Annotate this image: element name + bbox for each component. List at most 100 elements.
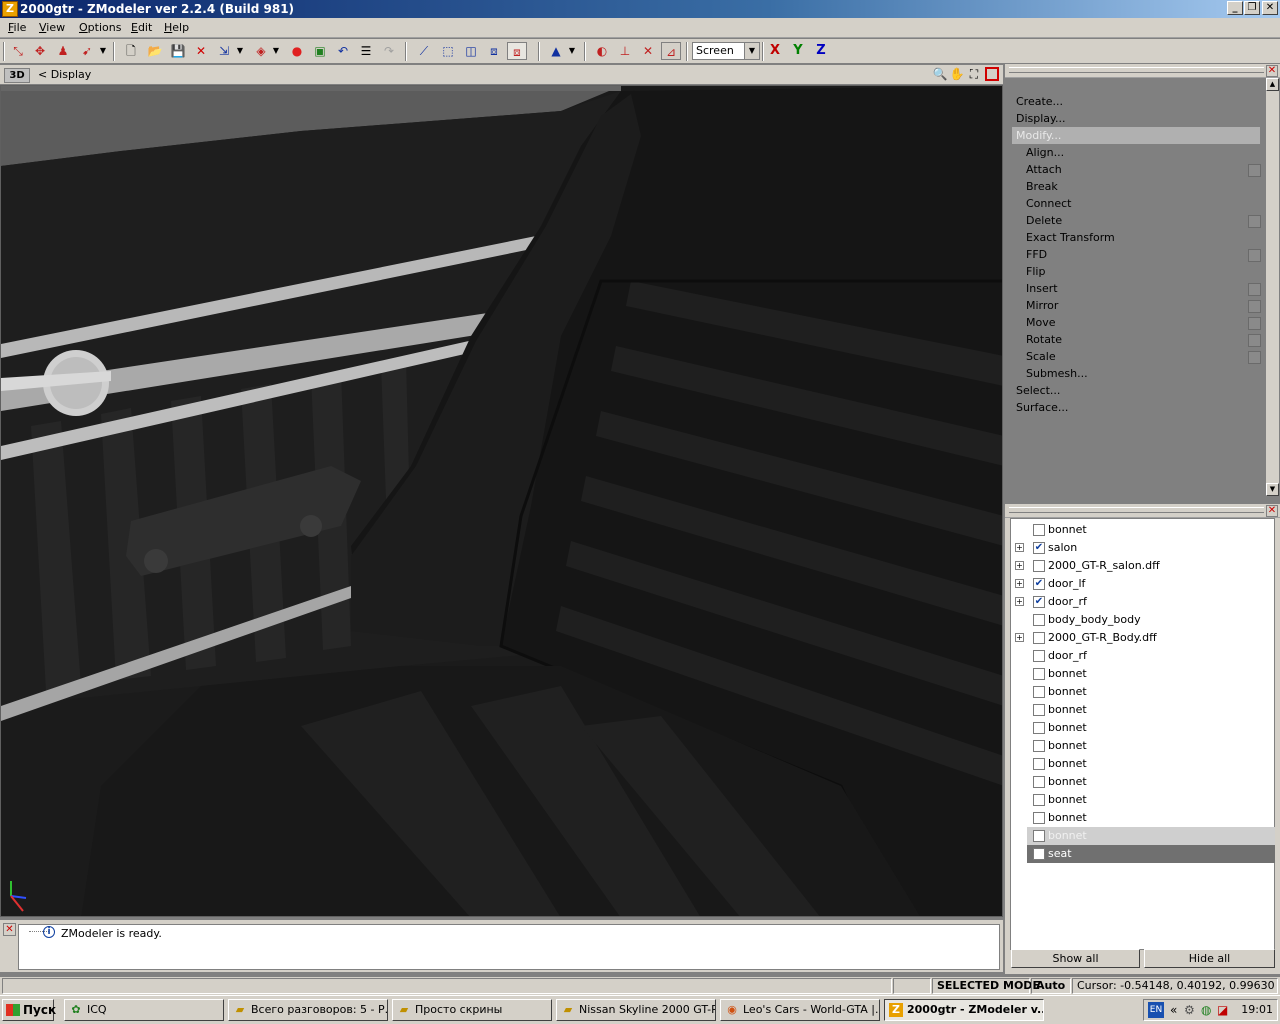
open-folder-icon[interactable]: 📂 <box>145 42 165 60</box>
tree-item[interactable]: body_body_body <box>1011 611 1273 629</box>
scale-options-button[interactable] <box>1248 351 1261 364</box>
tree-item[interactable]: bonnet <box>1011 809 1273 827</box>
visibility-checkbox[interactable]: ✔ <box>1033 542 1045 554</box>
attach-options-button[interactable] <box>1248 164 1261 177</box>
cmd-scale[interactable]: Scale <box>1026 348 1266 365</box>
objects-panel-close-icon[interactable]: ✕ <box>1266 505 1278 517</box>
tree-item[interactable]: bonnet <box>1011 719 1273 737</box>
save-icon[interactable]: 💾 <box>168 42 188 60</box>
menu-help[interactable]: Help <box>164 21 189 34</box>
delete-options-button[interactable] <box>1248 215 1261 228</box>
visibility-checkbox[interactable] <box>1033 758 1045 770</box>
zoom-extents-icon[interactable]: ⛶ <box>966 66 982 82</box>
cmd-exact-transform[interactable]: Exact Transform <box>1026 229 1266 246</box>
tree-item[interactable]: bonnet <box>1011 665 1273 683</box>
scroll-down-icon[interactable]: ▼ <box>1266 483 1279 496</box>
mirror-options-button[interactable] <box>1248 300 1261 313</box>
commands-scrollbar[interactable]: ▲ ▼ <box>1266 78 1279 496</box>
figure-tool-icon[interactable]: ♟ <box>53 42 73 60</box>
visibility-checkbox[interactable] <box>1033 740 1045 752</box>
cmd-align[interactable]: Align... <box>1026 144 1266 161</box>
axis-local-icon[interactable]: ⊿ <box>661 42 681 60</box>
cmd-delete[interactable]: Delete <box>1026 212 1266 229</box>
task-folder-screens[interactable]: ▰ Просто скрины <box>392 999 552 1021</box>
cmd-ffd[interactable]: FFD <box>1026 246 1266 263</box>
network-icon[interactable]: ⚙ <box>1184 1003 1195 1017</box>
panel-grip[interactable] <box>1009 67 1264 73</box>
import-icon[interactable]: ⇲ <box>214 42 234 60</box>
tree-item[interactable]: seat <box>1027 845 1275 863</box>
visibility-checkbox[interactable] <box>1033 794 1045 806</box>
select-tool-icon[interactable]: ⤡ <box>8 42 28 60</box>
render-dropdown-icon[interactable]: ▼ <box>270 42 282 60</box>
new-file-icon[interactable]: 🗋 <box>121 42 141 60</box>
visibility-checkbox[interactable] <box>1033 704 1045 716</box>
expand-plus-icon[interactable]: + <box>1015 561 1024 570</box>
visibility-checkbox[interactable] <box>1033 776 1045 788</box>
cmd-break[interactable]: Break <box>1026 178 1266 195</box>
task-folder-skyline[interactable]: ▰ Nissan Skyline 2000 GT-R <box>556 999 716 1021</box>
hide-all-button[interactable]: Hide all <box>1144 949 1275 968</box>
show-all-button[interactable]: Show all <box>1011 949 1140 968</box>
antivirus-icon[interactable]: ◍ <box>1201 1003 1211 1017</box>
tree-item[interactable]: + 2000_GT-R_Body.dff <box>1011 629 1273 647</box>
ffd-options-button[interactable] <box>1248 249 1261 262</box>
close-button[interactable]: ✕ <box>1262 1 1278 15</box>
viewport-mode-button[interactable]: 3D <box>4 68 30 83</box>
coordinate-system-select[interactable]: Screen ▼ <box>692 42 760 60</box>
cmd-move[interactable]: Move <box>1026 314 1266 331</box>
delete-icon[interactable]: ✕ <box>191 42 211 60</box>
start-button[interactable]: Пуск <box>2 999 56 1021</box>
record-icon[interactable]: ● <box>287 42 307 60</box>
cmd-modify[interactable]: Modify... <box>1012 127 1260 144</box>
panel-grip[interactable] <box>1009 507 1264 513</box>
scroll-up-icon[interactable]: ▲ <box>1266 78 1279 91</box>
magnet-icon[interactable]: ◐ <box>592 42 612 60</box>
task-zmodeler[interactable]: Z 2000gtr - ZModeler v... <box>884 999 1044 1021</box>
visibility-checkbox[interactable] <box>1033 812 1045 824</box>
tree-item[interactable]: door_rf <box>1011 647 1273 665</box>
visibility-checkbox[interactable] <box>1033 524 1045 536</box>
menu-file[interactable]: File <box>8 21 26 34</box>
visibility-checkbox[interactable] <box>1033 848 1045 860</box>
tree-item[interactable]: bonnet <box>1011 791 1273 809</box>
display-menu-link[interactable]: < Display <box>38 68 91 81</box>
tree-item[interactable]: bonnet <box>1011 773 1273 791</box>
pan-hand-icon[interactable]: ✋ <box>949 66 965 82</box>
clock[interactable]: 19:01 <box>1241 1003 1273 1016</box>
visibility-checkbox[interactable] <box>1033 614 1045 626</box>
cmd-flip[interactable]: Flip <box>1026 263 1266 280</box>
pivot-dropdown-icon[interactable]: ▼ <box>566 42 578 60</box>
cmd-display[interactable]: Display... <box>1016 110 1266 127</box>
axis-y-button[interactable]: Y <box>788 42 808 60</box>
log-output[interactable]: i ZModeler is ready. <box>18 924 1000 970</box>
task-icq[interactable]: ✿ ICQ <box>64 999 224 1021</box>
pointer-tool-icon[interactable]: ➹ <box>77 42 97 60</box>
cmd-attach[interactable]: Attach <box>1026 161 1266 178</box>
expand-plus-icon[interactable]: + <box>1015 543 1024 552</box>
selected-mode-icon[interactable]: ⧈ <box>507 42 527 60</box>
cmd-create[interactable]: Create... <box>1016 93 1266 110</box>
visibility-checkbox[interactable]: ✔ <box>1033 596 1045 608</box>
zoom-icon[interactable]: 🔍 <box>932 66 948 82</box>
cmd-surface[interactable]: Surface... <box>1016 399 1266 416</box>
undo-icon[interactable]: ↶ <box>333 42 353 60</box>
cmd-submesh[interactable]: Submesh... <box>1026 365 1266 382</box>
auto-status[interactable]: Auto <box>1031 978 1071 994</box>
tree-item[interactable]: + ✔ door_rf <box>1011 593 1273 611</box>
visibility-checkbox[interactable] <box>1033 830 1045 842</box>
tree-item[interactable]: + ✔ door_lf <box>1011 575 1273 593</box>
language-indicator[interactable]: EN <box>1148 1002 1164 1018</box>
rotate-options-button[interactable] <box>1248 334 1261 347</box>
material-icon[interactable]: ▣ <box>310 42 330 60</box>
object-mode-icon[interactable]: ◫ <box>461 42 481 60</box>
menu-edit[interactable]: Edit <box>131 21 152 34</box>
visibility-checkbox[interactable]: ✔ <box>1033 578 1045 590</box>
insert-options-button[interactable] <box>1248 283 1261 296</box>
restore-button[interactable]: ❐ <box>1244 1 1260 15</box>
tree-item[interactable]: bonnet <box>1011 755 1273 773</box>
zmodeler-app-icon[interactable]: Z <box>2 1 18 17</box>
task-chat[interactable]: ▰ Всего разговоров: 5 - Р... <box>228 999 388 1021</box>
tree-item[interactable]: bonnet <box>1011 683 1273 701</box>
pivot-icon[interactable]: ▲ <box>546 42 566 60</box>
